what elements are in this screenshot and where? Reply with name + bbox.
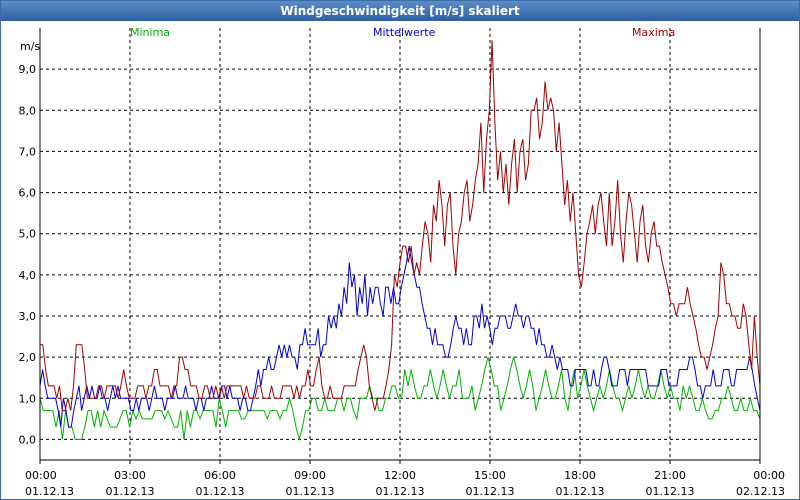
grid [40,28,760,460]
x-tick-date: 01.12.13 [196,485,245,498]
wind-speed-chart: m/s Minima Mittelwerte Maxima 0,0 1,0 2,0 3… [19,26,786,498]
y-tick-label: 6,0 [19,187,37,200]
x-tick-time: 06:00 [204,469,236,482]
x-tick-date: 02.12.13 [736,485,785,498]
y-tick-label: 9,0 [19,63,37,76]
x-tick-time: 12:00 [384,469,416,482]
y-unit-label: m/s [20,40,40,53]
y-tick-label: 0,0 [19,433,37,446]
x-tick-time: 00:00 [753,469,785,482]
y-tick-labels: 0,0 1,0 2,0 3,0 4,0 5,0 6,0 7,0 8,0 9,0 [19,63,37,446]
y-tick-label: 3,0 [19,310,37,323]
x-tick-time: 00:00 [25,469,57,482]
x-tick-date: 01.12.13 [646,485,695,498]
x-tick-date: 01.12.13 [376,485,425,498]
x-tick-time: 21:00 [654,469,686,482]
legend-minima: Minima [130,26,170,39]
x-tick-time: 15:00 [474,469,506,482]
y-tick-label: 5,0 [19,228,37,241]
x-tick-date: 01.12.13 [556,485,605,498]
y-tick-label: 2,0 [19,351,37,364]
x-tick-date: 01.12.13 [286,485,335,498]
x-tick-time: 03:00 [114,469,146,482]
y-tick-label: 8,0 [19,104,37,117]
x-tick-time: 09:00 [294,469,326,482]
legend-mittelwerte: Mittelwerte [373,26,436,39]
x-tick-labels: 00:00 01.12.13 03:00 01.12.13 06:00 01.12.13 0… [25,469,785,498]
y-tick-label: 1,0 [19,392,37,405]
x-tick-time: 18:00 [564,469,596,482]
y-tick-label: 7,0 [19,145,37,158]
x-tick-date: 01.12.13 [106,485,155,498]
x-tick-date: 01.12.13 [25,485,74,498]
x-tick-date: 01.12.13 [466,485,515,498]
legend-maxima: Maxima [632,26,675,39]
y-tick-label: 4,0 [19,269,37,282]
